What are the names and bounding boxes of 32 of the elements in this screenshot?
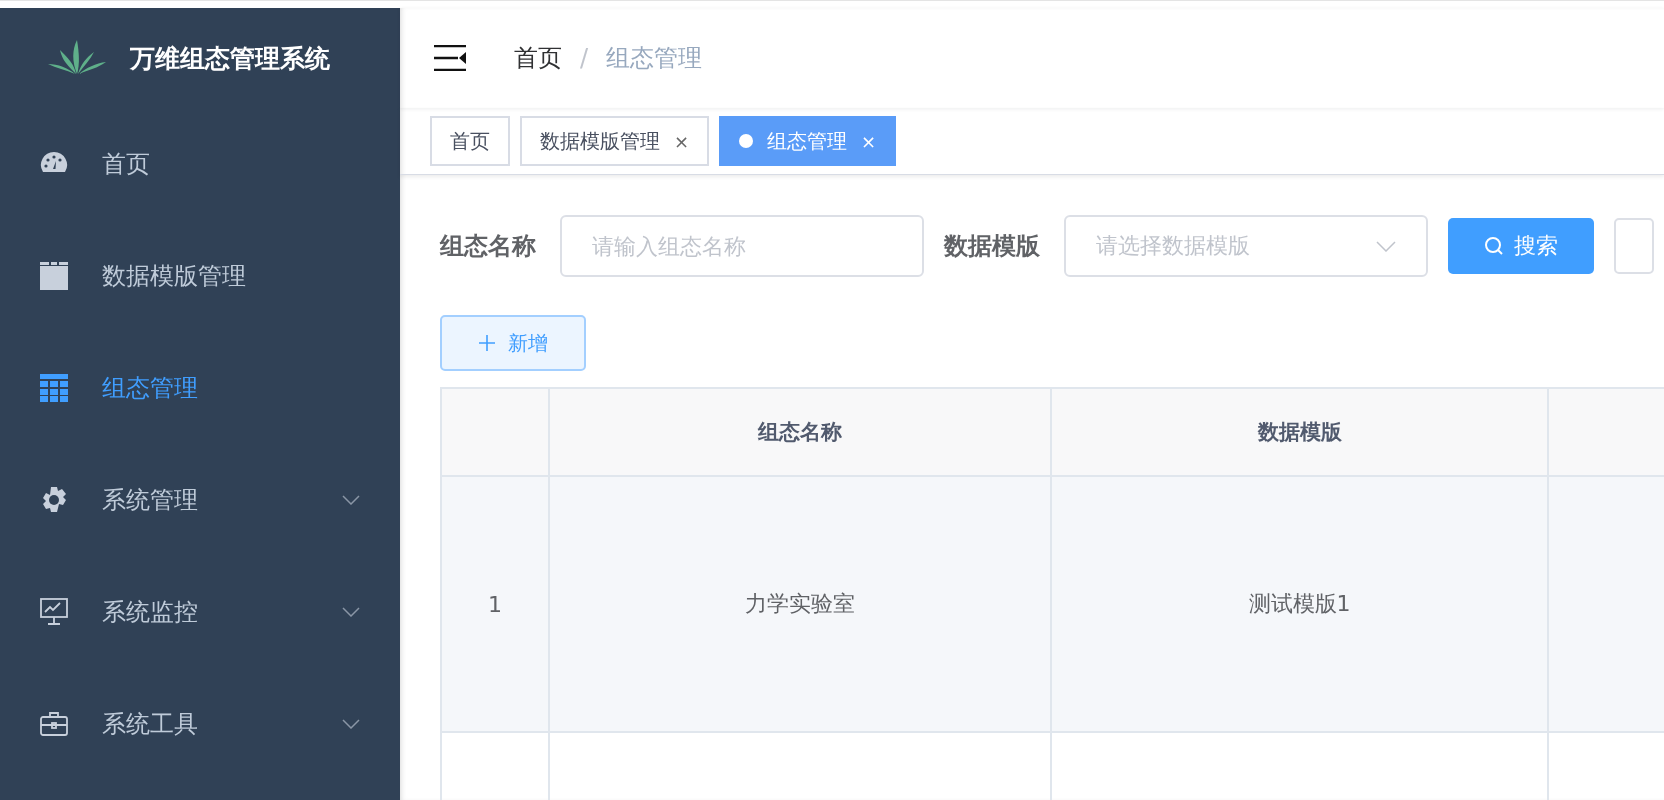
- page-tab[interactable]: 首页: [430, 116, 510, 166]
- sidebar-item[interactable]: 系统工具: [0, 668, 400, 780]
- breadcrumb-separator: /: [580, 44, 589, 72]
- table-cell: 1: [442, 477, 550, 733]
- sidebar-item[interactable]: 首页: [0, 108, 400, 220]
- filter-label: 组态名称: [440, 231, 536, 262]
- plus-icon: [478, 334, 496, 352]
- column-header: 组态名称: [550, 389, 1052, 477]
- sidebar-item[interactable]: 数据模版管理: [0, 220, 400, 332]
- chevron-down-icon: [1376, 240, 1396, 252]
- menu-collapse-icon[interactable]: [434, 45, 466, 71]
- table-row[interactable]: 1 力学实验室 测试模版1: [442, 477, 1664, 733]
- page-tab[interactable]: 数据模版管理 ×: [520, 116, 710, 166]
- sidebar-item[interactable]: 组态管理: [0, 332, 400, 444]
- settings-icon: [40, 486, 68, 514]
- table-grid-icon: [40, 374, 68, 402]
- leaf-logo-icon: [48, 40, 106, 76]
- app-title: 万维组态管理系统: [130, 42, 330, 75]
- filter-label: 数据模版: [944, 231, 1040, 262]
- folder-icon: [40, 262, 68, 290]
- search-icon: [1484, 236, 1504, 256]
- table-cell: 测试模版1: [1052, 477, 1549, 733]
- column-header: 数据模版: [1052, 389, 1549, 477]
- close-tab-button[interactable]: ×: [674, 130, 690, 152]
- table-cell: 力学实验室: [550, 477, 1052, 733]
- sidebar-item[interactable]: 系统管理: [0, 444, 400, 556]
- sidebar-item[interactable]: 系统监控: [0, 556, 400, 668]
- active-dot-icon: [739, 134, 754, 148]
- name-input-field[interactable]: 请输入组态名称: [560, 215, 924, 277]
- monitor-chart-icon: [40, 598, 68, 626]
- breadcrumb-link[interactable]: 首页: [514, 42, 562, 74]
- toolbox-icon: [40, 711, 68, 737]
